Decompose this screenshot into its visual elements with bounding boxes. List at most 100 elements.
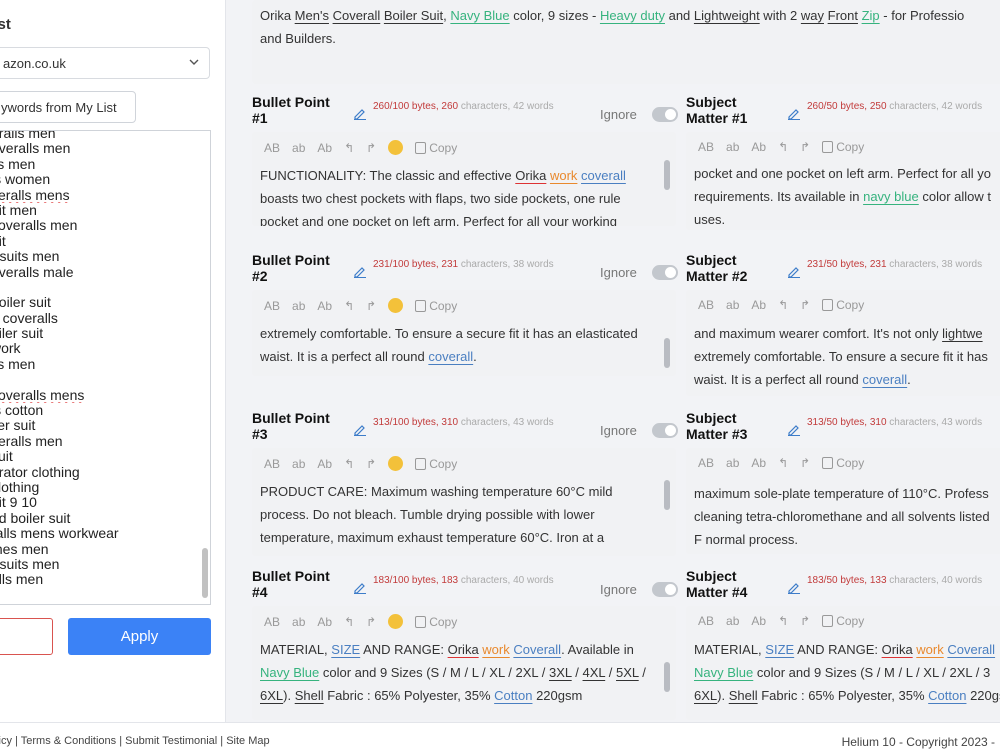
- copy-icon: [822, 141, 834, 153]
- list-item: alls men: [0, 572, 44, 588]
- uppercase-button[interactable]: AB: [698, 140, 714, 154]
- emoji-icon[interactable]: [388, 298, 404, 313]
- keywords-textarea[interactable]: eralls men overalls men lls men ls women…: [0, 130, 211, 605]
- cancel-button[interactable]: [0, 618, 53, 655]
- list-item: thes men: [0, 541, 49, 557]
- lowercase-button[interactable]: ab: [726, 140, 739, 154]
- titlecase-button[interactable]: Ab: [751, 140, 766, 154]
- uppercase-button[interactable]: AB: [264, 457, 280, 471]
- copy-button[interactable]: Copy: [415, 299, 469, 313]
- copy-button[interactable]: Copy: [415, 615, 469, 629]
- editor-scrollbar[interactable]: [664, 338, 670, 368]
- copy-button[interactable]: Copy: [822, 298, 876, 312]
- pencil-icon[interactable]: [353, 106, 367, 120]
- list-item: oiler suit: [0, 326, 44, 342]
- list-item: clothing: [0, 479, 40, 495]
- page-footer: olicy | Terms & Conditions | Submit Test…: [0, 722, 1000, 750]
- pencil-icon[interactable]: [787, 580, 801, 594]
- copy-button[interactable]: Copy: [415, 457, 469, 471]
- titlecase-button[interactable]: Ab: [751, 456, 766, 470]
- bullet-point-1-editor[interactable]: AB ab Ab ↰ ↱ Copy FUNCTIONALITY: The classic …: [252, 132, 676, 226]
- editor-scrollbar[interactable]: [664, 662, 670, 692]
- bullet-point-2-editor[interactable]: AB ab Ab ↰ ↱ Copy extremely comfortable. To e…: [252, 290, 676, 376]
- footer-links[interactable]: olicy | Terms & Conditions | Submit Test…: [0, 735, 270, 747]
- marketplace-select[interactable]: azon.co.uk: [0, 47, 210, 79]
- emoji-icon[interactable]: [388, 456, 404, 471]
- redo-icon[interactable]: ↱: [800, 614, 810, 628]
- bullet-point-4-editor[interactable]: AB ab Ab ↰ ↱ Copy MATERIAL, SIZE AND RANGE: O…: [252, 606, 676, 720]
- uppercase-button[interactable]: AB: [698, 614, 714, 628]
- lowercase-button[interactable]: ab: [292, 615, 305, 629]
- pencil-icon[interactable]: [353, 580, 367, 594]
- scrollbar-thumb[interactable]: [202, 548, 208, 598]
- undo-icon[interactable]: ↰: [344, 299, 354, 313]
- uppercase-button[interactable]: AB: [698, 456, 714, 470]
- list-item: work: [0, 341, 21, 357]
- lowercase-button[interactable]: ab: [726, 298, 739, 312]
- pencil-icon[interactable]: [787, 264, 801, 278]
- emoji-icon[interactable]: [388, 140, 404, 155]
- editor-scrollbar[interactable]: [664, 160, 670, 190]
- keyword-list: eralls men overalls men lls men ls women…: [0, 131, 201, 588]
- editor-toolbar: AB ab Ab ↰ ↱ Copy: [264, 298, 481, 314]
- pencil-icon[interactable]: [787, 422, 801, 436]
- titlecase-button[interactable]: Ab: [317, 615, 332, 629]
- undo-icon[interactable]: ↰: [344, 615, 354, 629]
- ignore-toggle[interactable]: [652, 107, 678, 122]
- lowercase-button[interactable]: ab: [292, 299, 305, 313]
- pencil-icon[interactable]: [353, 422, 367, 436]
- titlecase-button[interactable]: Ab: [751, 614, 766, 628]
- editor-scrollbar[interactable]: [664, 480, 670, 510]
- redo-icon[interactable]: ↱: [800, 140, 810, 154]
- keywords-from-list-button[interactable]: ywords from My List: [0, 91, 136, 123]
- keyword-scrollbar[interactable]: [201, 133, 209, 602]
- copy-button[interactable]: Copy: [822, 140, 876, 154]
- undo-icon[interactable]: ↰: [778, 140, 788, 154]
- pencil-icon[interactable]: [353, 264, 367, 278]
- uppercase-button[interactable]: AB: [264, 615, 280, 629]
- undo-icon[interactable]: ↰: [778, 298, 788, 312]
- redo-icon[interactable]: ↱: [366, 141, 376, 155]
- uppercase-button[interactable]: AB: [264, 299, 280, 313]
- titlecase-button[interactable]: Ab: [317, 299, 332, 313]
- redo-icon[interactable]: ↱: [366, 299, 376, 313]
- redo-icon[interactable]: ↱: [800, 298, 810, 312]
- subject-matter-2-editor[interactable]: AB ab Ab ↰ ↱ Copy and maximum wearer comfort.…: [686, 290, 1000, 396]
- undo-icon[interactable]: ↰: [344, 457, 354, 471]
- ignore-toggle[interactable]: [652, 423, 678, 438]
- bullet-point-3-editor[interactable]: AB ab Ab ↰ ↱ Copy PRODUCT CARE: Maximum washi…: [252, 448, 676, 556]
- lowercase-button[interactable]: ab: [292, 457, 305, 471]
- editor-text: pocket and one pocket on left arm. Perfe…: [694, 166, 991, 227]
- uppercase-button[interactable]: AB: [264, 141, 280, 155]
- redo-icon[interactable]: ↱: [800, 456, 810, 470]
- copy-button[interactable]: Copy: [415, 141, 469, 155]
- editor-toolbar: AB ab Ab ↰ ↱ Copy: [698, 614, 888, 630]
- title-editor[interactable]: Orika Men's Coverall Boiler Suit, Navy B…: [252, 0, 1000, 84]
- editor-text: PRODUCT CARE: Maximum washing temperatur…: [260, 484, 613, 545]
- apply-button[interactable]: Apply: [68, 618, 211, 655]
- uppercase-button[interactable]: AB: [698, 298, 714, 312]
- lowercase-button[interactable]: ab: [726, 456, 739, 470]
- redo-icon[interactable]: ↱: [366, 615, 376, 629]
- copy-button[interactable]: Copy: [822, 456, 876, 470]
- subject-matter-1-editor[interactable]: AB ab Ab ↰ ↱ Copy pocket and one pocket on le…: [686, 132, 1000, 230]
- ignore-toggle[interactable]: [652, 265, 678, 280]
- titlecase-button[interactable]: Ab: [317, 141, 332, 155]
- undo-icon[interactable]: ↰: [778, 614, 788, 628]
- lowercase-button[interactable]: ab: [292, 141, 305, 155]
- pencil-icon[interactable]: [787, 106, 801, 120]
- list-item: boiler suit: [0, 295, 51, 311]
- lowercase-button[interactable]: ab: [726, 614, 739, 628]
- copy-button[interactable]: Copy: [822, 614, 876, 628]
- listing-editor: Orika Men's Coverall Boiler Suit, Navy B…: [236, 0, 1000, 722]
- ignore-toggle[interactable]: [652, 582, 678, 597]
- undo-icon[interactable]: ↰: [344, 141, 354, 155]
- emoji-icon[interactable]: [388, 614, 404, 629]
- titlecase-button[interactable]: Ab: [317, 457, 332, 471]
- editor-text: extremely comfortable. To ensure a secur…: [260, 326, 638, 364]
- titlecase-button[interactable]: Ab: [751, 298, 766, 312]
- redo-icon[interactable]: ↱: [366, 457, 376, 471]
- subject-matter-4-editor[interactable]: AB ab Ab ↰ ↱ Copy MATERIAL, SIZE AND RANGE: O…: [686, 606, 1000, 720]
- undo-icon[interactable]: ↰: [778, 456, 788, 470]
- subject-matter-3-editor[interactable]: AB ab Ab ↰ ↱ Copy maximum sole-plate temperat…: [686, 448, 1000, 554]
